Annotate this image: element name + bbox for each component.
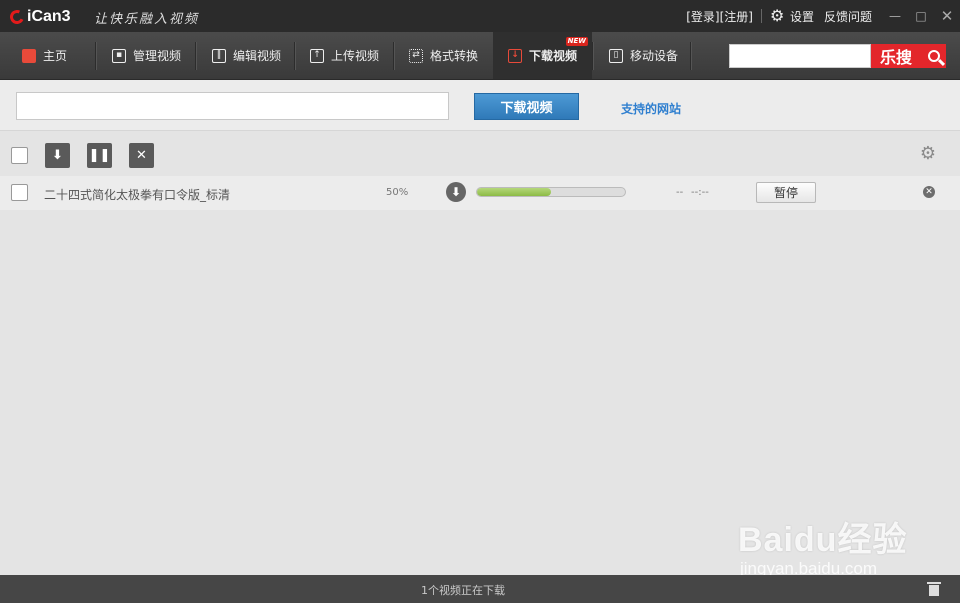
nav-item-edit-video[interactable]: ‖ 编辑视频 xyxy=(198,32,294,79)
row-checkbox[interactable] xyxy=(11,184,28,201)
download-status-icon: ⬇ xyxy=(446,182,466,202)
pause-all-button[interactable]: ❚❚ xyxy=(87,143,112,168)
nav-label: 格式转换 xyxy=(430,49,479,63)
search-button-label: 乐搜 xyxy=(880,48,913,67)
nav-label: 主页 xyxy=(43,49,68,63)
mobile-device-icon: ▯ xyxy=(609,48,623,63)
delete-all-button[interactable]: ✕ xyxy=(129,143,154,168)
download-title: 二十四式简化太极拳有口令版_标清 xyxy=(44,188,231,202)
nav-item-upload-video[interactable]: ↑ 上传视频 xyxy=(297,32,393,79)
minimize-button[interactable]: — xyxy=(882,0,908,32)
new-badge: NEW xyxy=(565,37,588,46)
search-button[interactable]: 乐搜 xyxy=(871,44,946,68)
download-progress-bar xyxy=(476,187,626,197)
pause-icon: ❚❚ xyxy=(88,148,111,163)
gear-icon[interactable]: ⚙ xyxy=(770,8,786,24)
supported-sites-link[interactable]: 支持的网站 xyxy=(621,100,681,117)
search-input[interactable] xyxy=(729,44,871,68)
nav-label: 下载视频 xyxy=(529,49,578,63)
nav-item-home[interactable]: 主页 xyxy=(10,32,94,79)
close-icon: ✕ xyxy=(136,148,147,163)
watermark: Baidu经验 jingyan.baidu.com xyxy=(738,512,907,579)
edit-video-icon: ‖ xyxy=(212,48,226,63)
nav-item-mobile-device[interactable]: ▯ 移动设备 xyxy=(595,32,691,79)
start-all-button[interactable]: ⬇ xyxy=(45,143,70,168)
download-time-left: --:-- xyxy=(691,187,709,198)
url-bar: 下载视频 支持的网站 xyxy=(0,80,960,131)
download-percent: 50% xyxy=(386,187,409,198)
convert-icon: ⇄ xyxy=(409,48,423,63)
download-speed: -- xyxy=(676,187,684,198)
app-logo: iCan3 xyxy=(8,6,71,28)
upload-icon: ↑ xyxy=(310,48,324,63)
trash-icon[interactable] xyxy=(927,582,941,596)
manage-video-icon: ▪ xyxy=(112,48,126,63)
progress-fill xyxy=(477,188,551,196)
nav-label: 移动设备 xyxy=(630,49,679,63)
logo-mark-icon xyxy=(8,8,26,26)
nav-label: 编辑视频 xyxy=(233,49,282,63)
maximize-button[interactable]: □ xyxy=(908,0,934,32)
nav-item-manage-video[interactable]: ▪ 管理视频 xyxy=(98,32,194,79)
title-bar: iCan3 让快乐融入视频 [登录] [注册] ⚙ 设置 反馈问题 — □ ✕ xyxy=(0,0,960,32)
remove-download-icon[interactable]: ✕ xyxy=(923,186,935,198)
title-bar-actions: [登录] [注册] ⚙ 设置 反馈问题 — □ ✕ xyxy=(686,0,960,32)
download-video-button[interactable]: 下载视频 xyxy=(474,93,579,120)
download-icon: ↓ xyxy=(508,48,522,63)
feedback-link[interactable]: 反馈问题 xyxy=(824,8,872,25)
app-window: iCan3 让快乐融入视频 [登录] [注册] ⚙ 设置 反馈问题 — □ ✕ … xyxy=(0,0,960,603)
nav-label: 管理视频 xyxy=(133,49,182,63)
app-slogan: 让快乐融入视频 xyxy=(94,12,200,27)
pause-button[interactable]: 暂停 xyxy=(756,182,816,203)
download-arrow-icon: ⬇ xyxy=(52,148,63,163)
search-icon xyxy=(928,50,940,62)
settings-link[interactable]: 设置 xyxy=(790,8,814,25)
watermark-brand: Baidu经验 xyxy=(738,521,908,559)
status-bar: 1个视频正在下载 xyxy=(0,575,960,603)
gear-icon[interactable]: ⚙ xyxy=(918,144,938,164)
table-row: 二十四式简化太极拳有口令版_标清 50% ⬇ -- --:-- 暂停 ✕ xyxy=(0,176,960,210)
home-icon xyxy=(22,48,36,63)
close-button[interactable]: ✕ xyxy=(934,0,960,32)
video-url-input[interactable] xyxy=(16,92,449,120)
register-link[interactable]: [注册] xyxy=(720,8,753,25)
nav-item-download-video[interactable]: ↓ 下载视频 NEW xyxy=(493,32,592,79)
logo-text: iCan3 xyxy=(27,8,71,25)
login-link[interactable]: [登录] xyxy=(686,8,719,25)
select-all-checkbox[interactable] xyxy=(11,147,28,164)
status-text: 1个视频正在下载 xyxy=(421,584,505,597)
nav-label: 上传视频 xyxy=(331,49,380,63)
nav-item-format-convert[interactable]: ⇄ 格式转换 xyxy=(396,32,492,79)
divider xyxy=(760,9,762,23)
